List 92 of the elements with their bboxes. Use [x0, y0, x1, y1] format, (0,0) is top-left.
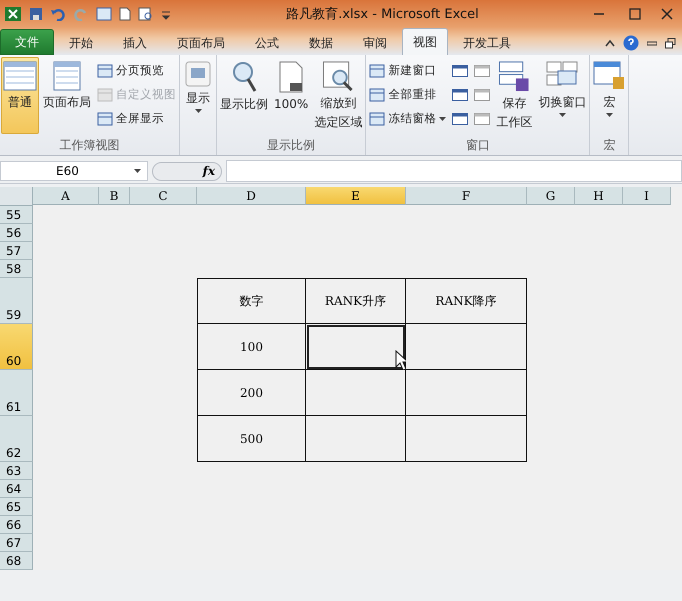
- restore-icon: [665, 38, 676, 48]
- row-header[interactable]: 61: [0, 370, 33, 416]
- ribbon-button[interactable]: 保存 工作区: [494, 57, 534, 134]
- table-cell: RANK升序: [306, 278, 406, 324]
- table-cell: RANK降序: [406, 278, 527, 324]
- window-title: 路凡教育.xlsx - Microsoft Excel: [285, 6, 480, 22]
- page-icon: [53, 61, 81, 91]
- ribbon-button[interactable]: 切换窗口: [536, 57, 588, 134]
- ribbon-button[interactable]: 页面布局: [41, 57, 93, 134]
- window-icon: [452, 88, 468, 100]
- row-header[interactable]: 68: [0, 552, 33, 570]
- group-label: 窗口: [464, 137, 491, 154]
- ribbon-tab[interactable]: 公式: [240, 31, 294, 55]
- ribbon-button[interactable]: 100%: [272, 57, 310, 134]
- ribbon-button[interactable]: 普通: [1, 57, 39, 134]
- row-header[interactable]: 56: [0, 224, 33, 242]
- excel-logo-icon: [4, 6, 22, 22]
- group-label: 宏: [602, 137, 616, 154]
- column-header[interactable]: B: [99, 187, 130, 205]
- row-header[interactable]: 57: [0, 242, 33, 260]
- zoom-grid-icon: [322, 61, 354, 92]
- ribbon-tab[interactable]: 视图: [402, 28, 448, 55]
- formula-field[interactable]: [226, 160, 682, 182]
- function-button[interactable]: fx: [152, 162, 222, 180]
- ribbon-button[interactable]: 显示比例: [218, 57, 270, 134]
- ribbon-tab[interactable]: 开发工具: [448, 31, 526, 55]
- column-header[interactable]: I: [623, 187, 671, 205]
- window-icon: [474, 64, 490, 76]
- view-icon: [97, 64, 113, 78]
- column-header[interactable]: F: [406, 187, 527, 205]
- file-tab[interactable]: 文件: [0, 29, 54, 55]
- ribbon-button[interactable]: 分页预览: [95, 60, 178, 81]
- ribbon-button[interactable]: 新建窗口: [367, 60, 448, 81]
- table-cell: 100: [197, 324, 306, 370]
- view-icon: [369, 112, 386, 126]
- ribbon-tab[interactable]: 开始: [54, 31, 108, 55]
- window-icon: [452, 64, 468, 76]
- column-header[interactable]: E: [306, 187, 406, 205]
- ribbon-button[interactable]: 宏: [591, 57, 628, 134]
- row-header[interactable]: 55: [0, 206, 33, 224]
- help-icon: [623, 35, 639, 51]
- column-header[interactable]: H: [575, 187, 623, 205]
- magnifier-icon: [231, 61, 257, 93]
- redo-icon: [73, 6, 89, 20]
- column-header[interactable]: D: [197, 187, 306, 205]
- macro-icon: [593, 61, 626, 91]
- ribbon-tab[interactable]: 插入: [108, 31, 162, 55]
- save-layout-icon: [498, 61, 530, 92]
- column-header[interactable]: C: [130, 187, 197, 205]
- column-header[interactable]: A: [33, 187, 99, 205]
- page-icon: [119, 6, 131, 20]
- chevron-up-icon: [605, 39, 615, 47]
- row-header[interactable]: 58: [0, 260, 33, 278]
- row-header[interactable]: 63: [0, 462, 33, 480]
- view-icon: [369, 88, 386, 102]
- group-label: 显示比例: [266, 137, 316, 154]
- ribbon-button[interactable]: 显示: [181, 57, 215, 134]
- window-icon: [452, 112, 468, 124]
- row-header[interactable]: 67: [0, 534, 33, 552]
- ribbon-button[interactable]: 冻结窗格: [367, 108, 448, 129]
- table-cell: 500: [197, 416, 306, 462]
- minimize-icon: [594, 12, 604, 14]
- ribbon-button[interactable]: 缩放到 选定区域: [312, 57, 364, 134]
- page-icon: [278, 61, 304, 93]
- group-label: 工作簿视图: [58, 137, 120, 154]
- row-header[interactable]: 65: [0, 498, 33, 516]
- name-box[interactable]: E60: [0, 161, 148, 181]
- row-header[interactable]: 60: [0, 324, 33, 370]
- select-all-corner[interactable]: [0, 187, 33, 206]
- ribbon-button[interactable]: 全部重排: [367, 84, 448, 105]
- row-header[interactable]: 64: [0, 480, 33, 498]
- row-header[interactable]: 66: [0, 516, 33, 534]
- table-cell: 200: [197, 370, 306, 416]
- preview-icon: [138, 6, 154, 20]
- window-icon: [474, 112, 490, 124]
- minimize-icon: [647, 39, 657, 47]
- view-icon: [97, 112, 113, 126]
- row-header[interactable]: 59: [0, 278, 33, 324]
- row-header[interactable]: 62: [0, 416, 33, 462]
- caret-icon: [134, 169, 141, 173]
- table-cell: 数字: [197, 278, 306, 324]
- column-header[interactable]: G: [527, 187, 575, 205]
- window-icon: [185, 61, 211, 87]
- ribbon-tab[interactable]: 审阅: [348, 31, 402, 55]
- ribbon-tab[interactable]: 数据: [294, 31, 348, 55]
- view-icon: [369, 64, 386, 78]
- view-icon: [97, 88, 113, 102]
- window-icon: [474, 88, 490, 100]
- undo-icon: [50, 6, 66, 20]
- ribbon-tab[interactable]: 页面布局: [162, 31, 240, 55]
- save-icon: [29, 6, 43, 20]
- ribbon-button[interactable]: 全屏显示: [95, 108, 178, 129]
